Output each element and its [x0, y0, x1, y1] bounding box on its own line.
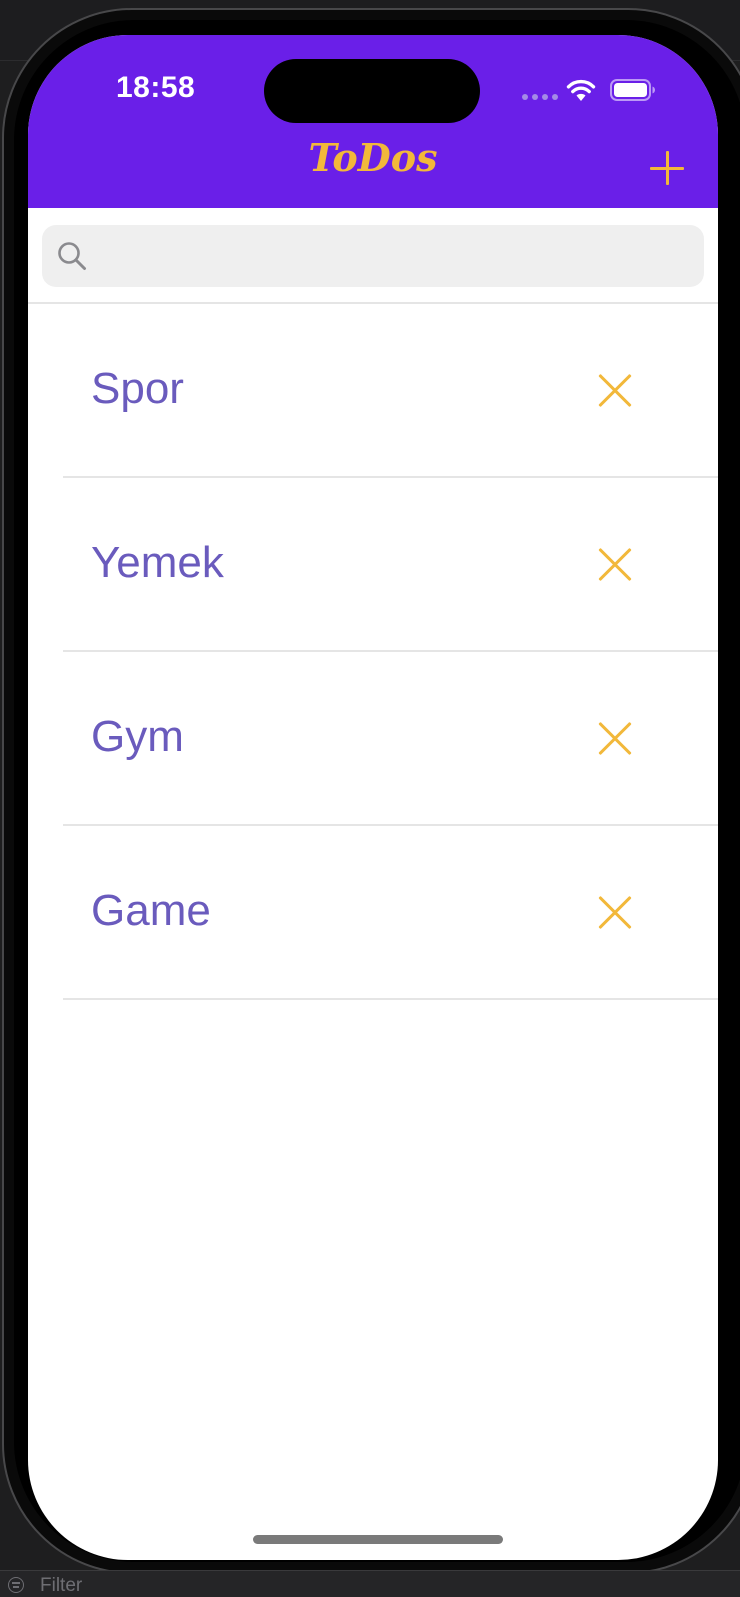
todo-item[interactable]: Game [28, 826, 718, 1000]
search-icon [58, 242, 86, 270]
todo-item[interactable]: Spor [28, 304, 718, 478]
filter-label[interactable]: Filter [40, 1575, 82, 1597]
home-indicator[interactable] [253, 1535, 503, 1544]
todo-item[interactable]: Yemek [28, 478, 718, 652]
delete-todo-button[interactable] [598, 722, 632, 756]
search-bar[interactable] [42, 225, 704, 289]
todo-label: Yemek [91, 538, 224, 587]
todo-label: Spor [91, 364, 184, 413]
battery-icon [610, 79, 655, 101]
cellular-signal-icon [522, 94, 558, 100]
todo-label: Gym [91, 712, 184, 761]
navigation-bar: 18:58 ToDos [28, 35, 718, 208]
delete-todo-button[interactable] [598, 548, 632, 582]
delete-todo-button[interactable] [598, 374, 632, 408]
row-divider [63, 998, 718, 1000]
wifi-icon [566, 79, 596, 101]
status-time: 18:58 [116, 71, 196, 104]
page-title: ToDos [308, 135, 438, 180]
delete-todo-button[interactable] [598, 896, 632, 930]
search-input[interactable] [98, 225, 692, 289]
todo-label: Game [91, 886, 211, 935]
todo-list: Spor Yemek Gym Game [28, 304, 718, 1000]
dynamic-island [264, 59, 480, 123]
todo-item[interactable]: Gym [28, 652, 718, 826]
add-todo-button[interactable] [650, 151, 684, 185]
filter-icon[interactable] [8, 1577, 24, 1593]
ide-bottom-panel: Filter [0, 1570, 740, 1597]
phone-screen: 18:58 ToDos Spor Yemek Gym Game [28, 35, 718, 1560]
